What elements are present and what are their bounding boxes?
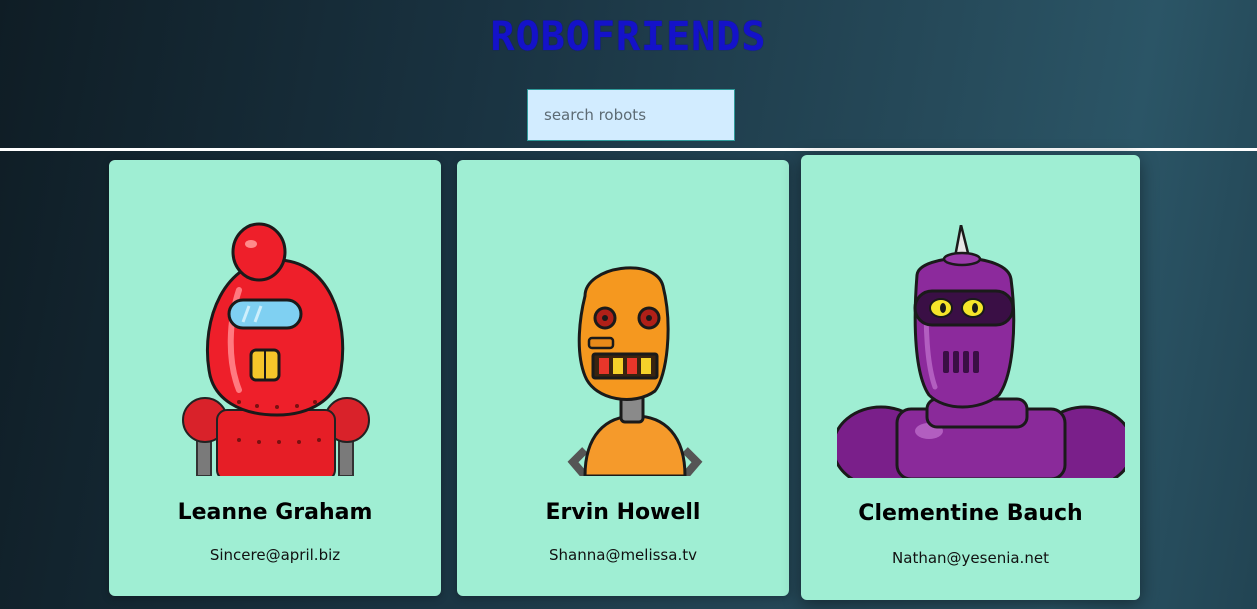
robot-card[interactable]: Leanne Graham Sincere@april.biz <box>109 160 441 596</box>
robot-email: Nathan@yesenia.net <box>892 549 1049 567</box>
red-robot-avatar <box>182 222 370 476</box>
header-divider <box>0 148 1257 151</box>
app-title: ROBOFRIENDS <box>490 14 767 60</box>
robot-name: Clementine Bauch <box>858 501 1083 526</box>
search-input[interactable] <box>527 89 735 141</box>
purple-robot-avatar <box>837 225 1125 478</box>
robot-card[interactable]: Ervin Howell Shanna@melissa.tv <box>457 160 789 596</box>
robot-email: Shanna@melissa.tv <box>549 546 697 564</box>
orange-robot-avatar <box>567 266 703 476</box>
robot-email: Sincere@april.biz <box>209 546 341 564</box>
robot-name: Leanne Graham <box>177 500 373 525</box>
robot-card[interactable]: Clementine Bauch Nathan@yesenia.net <box>801 155 1140 600</box>
robot-name: Ervin Howell <box>545 500 701 525</box>
